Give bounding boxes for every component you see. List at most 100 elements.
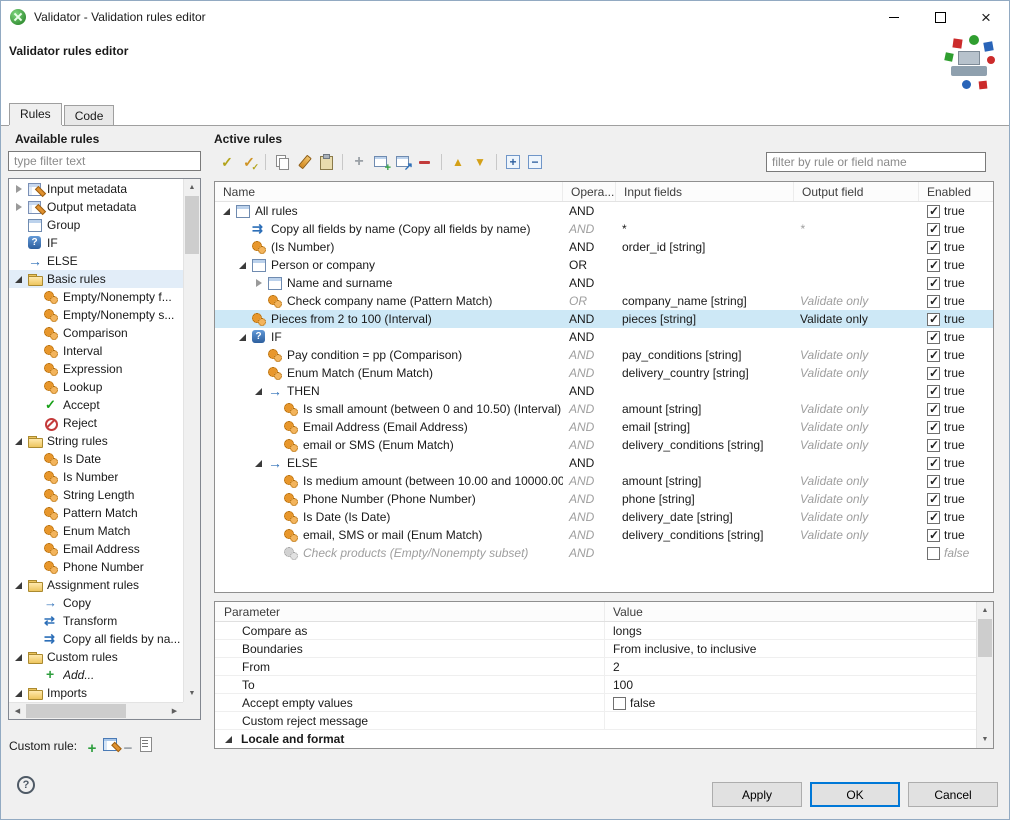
column-header-output-field[interactable]: Output field [794, 182, 919, 201]
rule-row[interactable]: THENANDtrue [215, 382, 993, 400]
tree-item[interactable]: Expression [9, 360, 183, 378]
edit-icon[interactable] [294, 152, 314, 172]
tree-item[interactable]: Accept [9, 396, 183, 414]
enabled-checkbox[interactable] [927, 331, 940, 344]
custom-rule-table-icon[interactable] [101, 735, 119, 753]
rule-row[interactable]: Person or companyORtrue [215, 256, 993, 274]
minimize-button[interactable] [871, 1, 917, 33]
column-header-name[interactable]: Name [215, 182, 563, 201]
tree-item[interactable]: Phone Number [9, 558, 183, 576]
expand-all-icon[interactable] [503, 152, 523, 172]
scroll-right-icon[interactable]: ▶ [166, 703, 183, 719]
enabled-checkbox[interactable] [927, 349, 940, 362]
rule-row[interactable]: Enum Match (Enum Match)ANDdelivery_count… [215, 364, 993, 382]
tree-item[interactable]: Group [9, 216, 183, 234]
enabled-checkbox[interactable] [927, 313, 940, 326]
rule-row[interactable]: Email Address (Email Address)ANDemail [s… [215, 418, 993, 436]
parameter-row[interactable]: BoundariesFrom inclusive, to inclusive [215, 640, 976, 658]
column-header-operator[interactable]: Opera... [563, 182, 616, 201]
available-filter-input[interactable] [8, 151, 201, 171]
paste-icon[interactable] [316, 152, 336, 172]
scroll-up-icon[interactable]: ▲ [977, 602, 993, 619]
rule-row[interactable]: All rulesANDtrue [215, 202, 993, 220]
tree-item[interactable]: Copy [9, 594, 183, 612]
collapse-expander-icon[interactable] [13, 579, 25, 591]
scroll-down-icon[interactable]: ▼ [184, 685, 200, 702]
enabled-checkbox[interactable] [927, 421, 940, 434]
validate-icon[interactable] [217, 152, 237, 172]
tree-item[interactable]: Add... [9, 666, 183, 684]
tree-item[interactable]: Email Address [9, 540, 183, 558]
rules-filter-input[interactable] [766, 152, 986, 172]
column-header-enabled[interactable]: Enabled [919, 182, 993, 201]
enabled-checkbox[interactable] [927, 205, 940, 218]
scrollbar-thumb[interactable] [26, 704, 126, 718]
column-header-value[interactable]: Value [605, 602, 976, 621]
parameter-row[interactable]: Locale and format [215, 730, 976, 748]
validate-all-icon[interactable] [239, 152, 259, 172]
parameter-row[interactable]: To100 [215, 676, 976, 694]
column-header-input-fields[interactable]: Input fields [616, 182, 794, 201]
tree-item[interactable]: Reject [9, 414, 183, 432]
rule-row[interactable]: ELSEANDtrue [215, 454, 993, 472]
scroll-left-icon[interactable]: ◀ [9, 703, 26, 719]
enabled-checkbox[interactable] [927, 295, 940, 308]
rule-row[interactable]: IFANDtrue [215, 328, 993, 346]
enabled-checkbox[interactable] [927, 277, 940, 290]
parameter-row[interactable]: From2 [215, 658, 976, 676]
tree-item[interactable]: Basic rules [9, 270, 183, 288]
tree-item[interactable]: Enum Match [9, 522, 183, 540]
enabled-checkbox[interactable] [927, 385, 940, 398]
move-up-icon[interactable] [448, 152, 468, 172]
enabled-checkbox[interactable] [927, 367, 940, 380]
enabled-checkbox[interactable] [927, 457, 940, 470]
collapse-expander-icon[interactable] [253, 385, 265, 397]
tree-item[interactable]: Custom rules [9, 648, 183, 666]
collapse-expander-icon[interactable] [237, 331, 249, 343]
rule-row[interactable]: Check company name (Pattern Match)ORcomp… [215, 292, 993, 310]
rule-row[interactable]: Pay condition = pp (Comparison)ANDpay_co… [215, 346, 993, 364]
rule-row[interactable]: email, SMS or mail (Enum Match)ANDdelive… [215, 526, 993, 544]
rule-row[interactable]: Copy all fields by name (Copy all fields… [215, 220, 993, 238]
move-down-icon[interactable] [470, 152, 490, 172]
tree-item[interactable]: Output metadata [9, 198, 183, 216]
collapse-expander-icon[interactable] [253, 457, 265, 469]
tab-rules[interactable]: Rules [9, 103, 62, 125]
tree-item[interactable]: Empty/Nonempty s... [9, 306, 183, 324]
tree-item[interactable]: Is Number [9, 468, 183, 486]
collapse-expander-icon[interactable] [223, 733, 235, 745]
tree-item[interactable]: IF [9, 234, 183, 252]
enabled-checkbox[interactable] [927, 547, 940, 560]
enabled-checkbox[interactable] [927, 529, 940, 542]
maximize-button[interactable] [917, 1, 963, 33]
scrollbar-thumb[interactable] [185, 196, 199, 254]
close-button[interactable] [963, 1, 1009, 33]
parameter-row[interactable]: Accept empty valuesfalse [215, 694, 976, 712]
tree-item[interactable]: Interval [9, 342, 183, 360]
custom-rule-remove-icon[interactable] [119, 739, 137, 757]
value-checkbox[interactable] [613, 697, 626, 710]
parameters-vertical-scrollbar[interactable]: ▲ ▼ [976, 602, 993, 748]
enabled-checkbox[interactable] [927, 475, 940, 488]
custom-rule-add-icon[interactable] [83, 739, 101, 757]
column-header-parameter[interactable]: Parameter [215, 602, 605, 621]
collapse-expander-icon[interactable] [13, 651, 25, 663]
expand-expander-icon[interactable] [13, 183, 25, 195]
tree-vertical-scrollbar[interactable]: ▲ ▼ [183, 179, 200, 702]
tree-item[interactable]: String rules [9, 432, 183, 450]
tab-code[interactable]: Code [64, 105, 115, 125]
tree-item[interactable]: Copy all fields by na... [9, 630, 183, 648]
tree-horizontal-scrollbar[interactable]: ◀ ▶ [9, 702, 183, 719]
enabled-checkbox[interactable] [927, 403, 940, 416]
rule-row[interactable]: Pieces from 2 to 100 (Interval)ANDpieces… [215, 310, 993, 328]
add-icon[interactable] [349, 152, 369, 172]
tree-item[interactable]: Transform [9, 612, 183, 630]
collapse-all-icon[interactable] [525, 152, 545, 172]
custom-rule-edit-icon[interactable] [137, 735, 155, 753]
copy-icon[interactable] [272, 152, 292, 172]
rule-row[interactable]: Check products (Empty/Nonempty subset)AN… [215, 544, 993, 562]
collapse-expander-icon[interactable] [13, 435, 25, 447]
tree-item[interactable]: Is Date [9, 450, 183, 468]
collapse-expander-icon[interactable] [13, 687, 25, 699]
help-icon[interactable] [17, 776, 35, 794]
